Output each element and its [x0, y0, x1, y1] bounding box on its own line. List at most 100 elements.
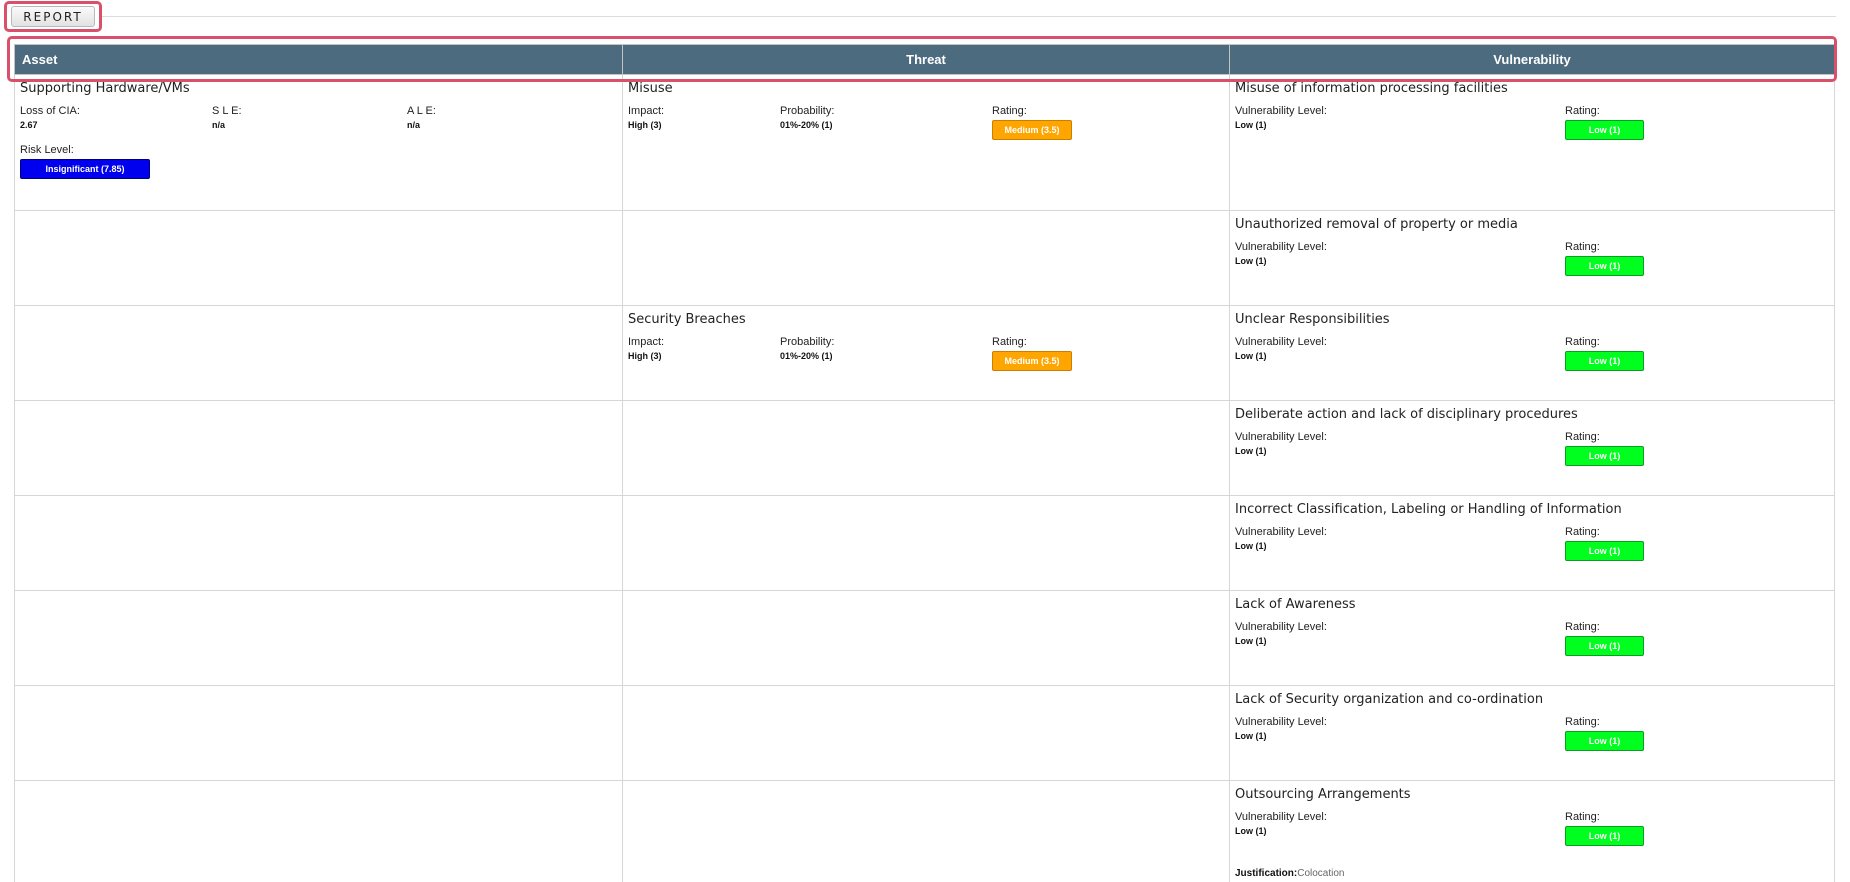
threat-cell: [622, 780, 1230, 882]
vulnerability-level-value: Low (1): [1235, 541, 1267, 551]
impact-value: High (3): [628, 120, 662, 130]
vulnerability-name: Unclear Responsibilities: [1235, 312, 1390, 327]
threat-rating-badge: Medium (3.5): [992, 351, 1072, 371]
vulnerability-metrics: Vulnerability Level: Low (1) Rating: Low…: [1235, 526, 1829, 561]
threat-metrics: Impact: High (3) Probability: 01%-20% (1…: [628, 336, 1224, 371]
vulnerability-rating-badge: Low (1): [1565, 731, 1644, 751]
asset-cell: [14, 400, 623, 496]
vulnerability-level-label: Vulnerability Level:: [1235, 811, 1327, 823]
vulnerability-rating-badge: Low (1): [1565, 826, 1644, 846]
vulnerability-cell: Unclear Responsibilities Vulnerability L…: [1229, 305, 1835, 401]
table-row: Incorrect Classification, Labeling or Ha…: [14, 495, 1835, 591]
vulnerability-metrics: Vulnerability Level: Low (1) Rating: Low…: [1235, 621, 1829, 656]
justification-label: Justification:: [1235, 868, 1298, 879]
probability-value: 01%-20% (1): [780, 120, 833, 130]
risk-level-badge: Insignificant (7.85): [20, 159, 150, 179]
vulnerability-level-value: Low (1): [1235, 256, 1267, 266]
vulnerability-level-value: Low (1): [1235, 351, 1267, 361]
threat-cell: Misuse Impact: High (3) Probability: 01%…: [622, 74, 1230, 211]
vulnerability-rating-label: Rating:: [1565, 526, 1600, 538]
threat-rating-label: Rating:: [992, 336, 1027, 348]
vulnerability-rating-badge: Low (1): [1565, 636, 1644, 656]
probability-label: Probability:: [780, 105, 835, 117]
vulnerability-metrics: Vulnerability Level: Low (1) Rating: Low…: [1235, 811, 1829, 846]
threat-name: Misuse: [628, 81, 673, 96]
asset-metrics: Loss of CIA: 2.67 S L E: n/a A L E: n/a: [20, 105, 617, 130]
vulnerability-cell: Outsourcing Arrangements Vulnerability L…: [1229, 780, 1835, 882]
vulnerability-cell: Unauthorized removal of property or medi…: [1229, 210, 1835, 306]
vulnerability-level-label: Vulnerability Level:: [1235, 431, 1327, 443]
vulnerability-rating-label: Rating:: [1565, 431, 1600, 443]
risk-report-page: REPORT Asset Threat Vulnerability Suppor…: [0, 0, 1850, 882]
vulnerability-metrics: Vulnerability Level: Low (1) Rating: Low…: [1235, 105, 1829, 140]
toolbar-divider: [102, 16, 1836, 17]
asset-cell: [14, 590, 623, 686]
column-header-asset[interactable]: Asset: [14, 44, 623, 75]
ale-label: A L E:: [407, 105, 436, 117]
vulnerability-level-label: Vulnerability Level:: [1235, 716, 1327, 728]
vulnerability-name: Outsourcing Arrangements: [1235, 787, 1411, 802]
vulnerability-level-value: Low (1): [1235, 826, 1267, 836]
vulnerability-rating-label: Rating:: [1565, 336, 1600, 348]
vulnerability-metrics: Vulnerability Level: Low (1) Rating: Low…: [1235, 716, 1829, 751]
vulnerability-name: Lack of Awareness: [1235, 597, 1356, 612]
table-row: Supporting Hardware/VMs Loss of CIA: 2.6…: [14, 74, 1835, 211]
vulnerability-rating-label: Rating:: [1565, 811, 1600, 823]
threat-cell: [622, 400, 1230, 496]
table-row: Outsourcing Arrangements Vulnerability L…: [14, 780, 1835, 882]
vulnerability-cell: Deliberate action and lack of disciplina…: [1229, 400, 1835, 496]
justification-value: Colocation: [1297, 868, 1345, 879]
risk-assessment-table: Asset Threat Vulnerability Supporting Ha…: [14, 44, 1835, 882]
column-header-vulnerability[interactable]: Vulnerability: [1229, 44, 1835, 75]
vulnerability-level-value: Low (1): [1235, 636, 1267, 646]
vulnerability-cell: Misuse of information processing facilit…: [1229, 74, 1835, 211]
threat-metrics: Impact: High (3) Probability: 01%-20% (1…: [628, 105, 1224, 140]
vulnerability-rating-label: Rating:: [1565, 716, 1600, 728]
threat-cell: [622, 495, 1230, 591]
vulnerability-metrics: Vulnerability Level: Low (1) Rating: Low…: [1235, 336, 1829, 371]
asset-cell: [14, 495, 623, 591]
table-row: Deliberate action and lack of disciplina…: [14, 400, 1835, 496]
vulnerability-level-label: Vulnerability Level:: [1235, 526, 1327, 538]
table-header-row: Asset Threat Vulnerability: [14, 44, 1835, 75]
vulnerability-name: Lack of Security organization and co-ord…: [1235, 692, 1544, 707]
impact-label: Impact:: [628, 105, 665, 117]
vulnerability-name: Deliberate action and lack of disciplina…: [1235, 407, 1578, 422]
risk-level-label: Risk Level:: [20, 144, 74, 156]
table-row: Unauthorized removal of property or medi…: [14, 210, 1835, 306]
vulnerability-name: Unauthorized removal of property or medi…: [1235, 217, 1518, 232]
vulnerability-level-value: Low (1): [1235, 120, 1267, 130]
threat-cell: [622, 210, 1230, 306]
threat-name: Security Breaches: [628, 312, 746, 327]
probability-value: 01%-20% (1): [780, 351, 833, 361]
threat-cell: [622, 685, 1230, 781]
loss-of-cia-label: Loss of CIA:: [20, 105, 80, 117]
asset-cell: [14, 780, 623, 882]
asset-cell: Supporting Hardware/VMs Loss of CIA: 2.6…: [14, 74, 623, 211]
impact-value: High (3): [628, 351, 662, 361]
vulnerability-rating-label: Rating:: [1565, 105, 1600, 117]
vulnerability-cell: Lack of Security organization and co-ord…: [1229, 685, 1835, 781]
vulnerability-rating-badge: Low (1): [1565, 446, 1644, 466]
vulnerability-level-label: Vulnerability Level:: [1235, 621, 1327, 633]
vulnerability-metrics: Vulnerability Level: Low (1) Rating: Low…: [1235, 431, 1829, 466]
asset-cell: [14, 210, 623, 306]
vulnerability-cell: Incorrect Classification, Labeling or Ha…: [1229, 495, 1835, 591]
vulnerability-cell: Lack of Awareness Vulnerability Level: L…: [1229, 590, 1835, 686]
column-header-threat[interactable]: Threat: [622, 44, 1230, 75]
threat-rating-label: Rating:: [992, 105, 1027, 117]
vulnerability-metrics: Vulnerability Level: Low (1) Rating: Low…: [1235, 241, 1829, 276]
threat-cell: Security Breaches Impact: High (3) Proba…: [622, 305, 1230, 401]
threat-rating-badge: Medium (3.5): [992, 120, 1072, 140]
vulnerability-level-label: Vulnerability Level:: [1235, 105, 1327, 117]
justification: Justification:Colocation: [1235, 868, 1829, 879]
report-button[interactable]: REPORT: [11, 6, 95, 27]
probability-label: Probability:: [780, 336, 835, 348]
loss-of-cia-value: 2.67: [20, 120, 38, 130]
vulnerability-level-label: Vulnerability Level:: [1235, 336, 1327, 348]
asset-cell: [14, 305, 623, 401]
vulnerability-rating-label: Rating:: [1565, 621, 1600, 633]
table-row: Lack of Awareness Vulnerability Level: L…: [14, 590, 1835, 686]
vulnerability-rating-label: Rating:: [1565, 241, 1600, 253]
sle-label: S L E:: [212, 105, 242, 117]
